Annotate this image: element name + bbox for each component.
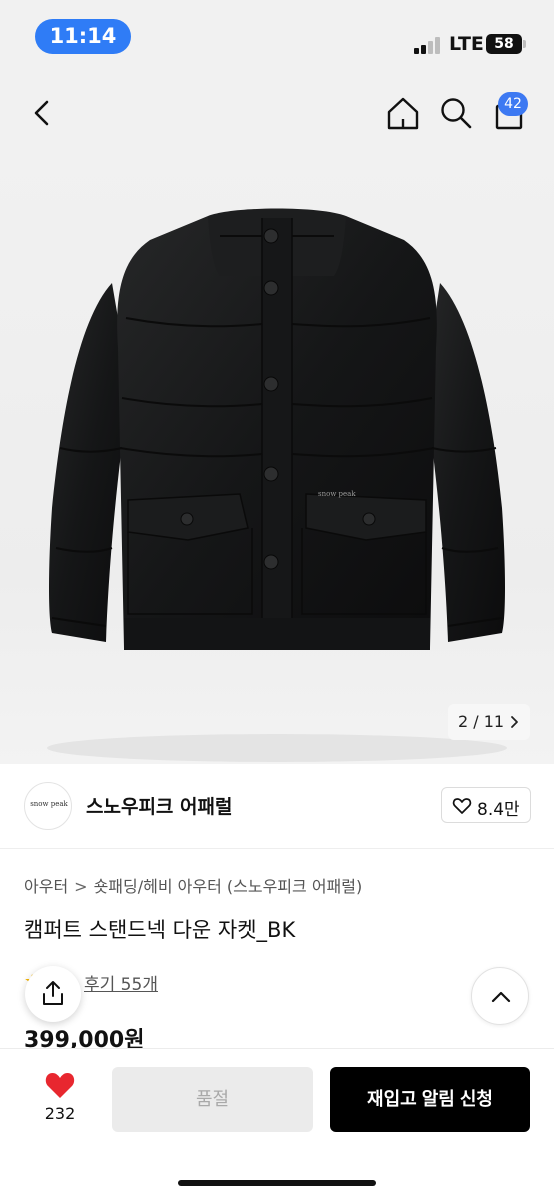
breadcrumb-separator: > [74,877,88,896]
home-icon [387,97,419,130]
home-button[interactable] [384,94,422,132]
wish-count: 232 [44,1104,76,1123]
top-navigation [0,80,554,148]
product-image-gallery[interactable]: snow peak 2 / 11 [0,148,554,764]
brand-like-count: 8.4만 [477,800,520,820]
home-indicator [178,1180,376,1186]
status-bar: 11:14 LTE 58 [0,0,554,80]
image-pager[interactable]: 2 / 11 [448,704,530,740]
brand-logo-text: snow peak [30,800,68,808]
chevron-up-icon [491,991,511,1003]
share-button[interactable] [25,966,81,1022]
signal-icon [414,36,444,54]
divider [0,848,554,849]
product-title: 캠퍼트 스탠드넥 다운 자켓_BK [24,918,296,942]
brand-name[interactable]: 스노우피크 어패럴 [86,792,232,819]
breadcrumb: 아우터 > 숏패딩/헤비 아우터 (스노우피크 어패럴) [24,873,362,897]
scroll-top-button[interactable] [471,967,529,1025]
product-image: snow peak [47,208,507,762]
back-button[interactable] [26,96,60,130]
breadcrumb-item-outer[interactable]: 아우터 [24,877,68,896]
battery-level: 58 [494,36,514,52]
battery-icon: 58 [486,34,526,54]
chevron-left-icon [34,100,49,126]
status-time: 11:14 [35,19,131,54]
network-type: LTE [449,33,484,55]
heart-outline-icon [452,798,472,814]
search-button[interactable] [437,94,475,132]
brand-like-button[interactable]: 8.4만 [441,787,531,823]
jacket-logo: snow peak [318,490,356,498]
soldout-button[interactable]: 품절 [112,1067,313,1132]
breadcrumb-item-padding[interactable]: 숏패딩/헤비 아우터 (스노우피크 어패럴) [94,877,363,896]
brand-logo[interactable]: snow peak [24,782,72,830]
cart-count-badge: 42 [498,92,528,116]
search-icon [441,98,472,129]
share-icon [43,981,63,1005]
image-pager-label: 2 / 11 [458,712,505,731]
reviews-link[interactable]: 후기 55개 [84,970,158,995]
heart-filled-icon [45,1073,75,1098]
chevron-right-icon [511,716,518,728]
restock-alert-button[interactable]: 재입고 알림 신청 [330,1067,530,1132]
wish-button[interactable]: 232 [36,1070,84,1126]
